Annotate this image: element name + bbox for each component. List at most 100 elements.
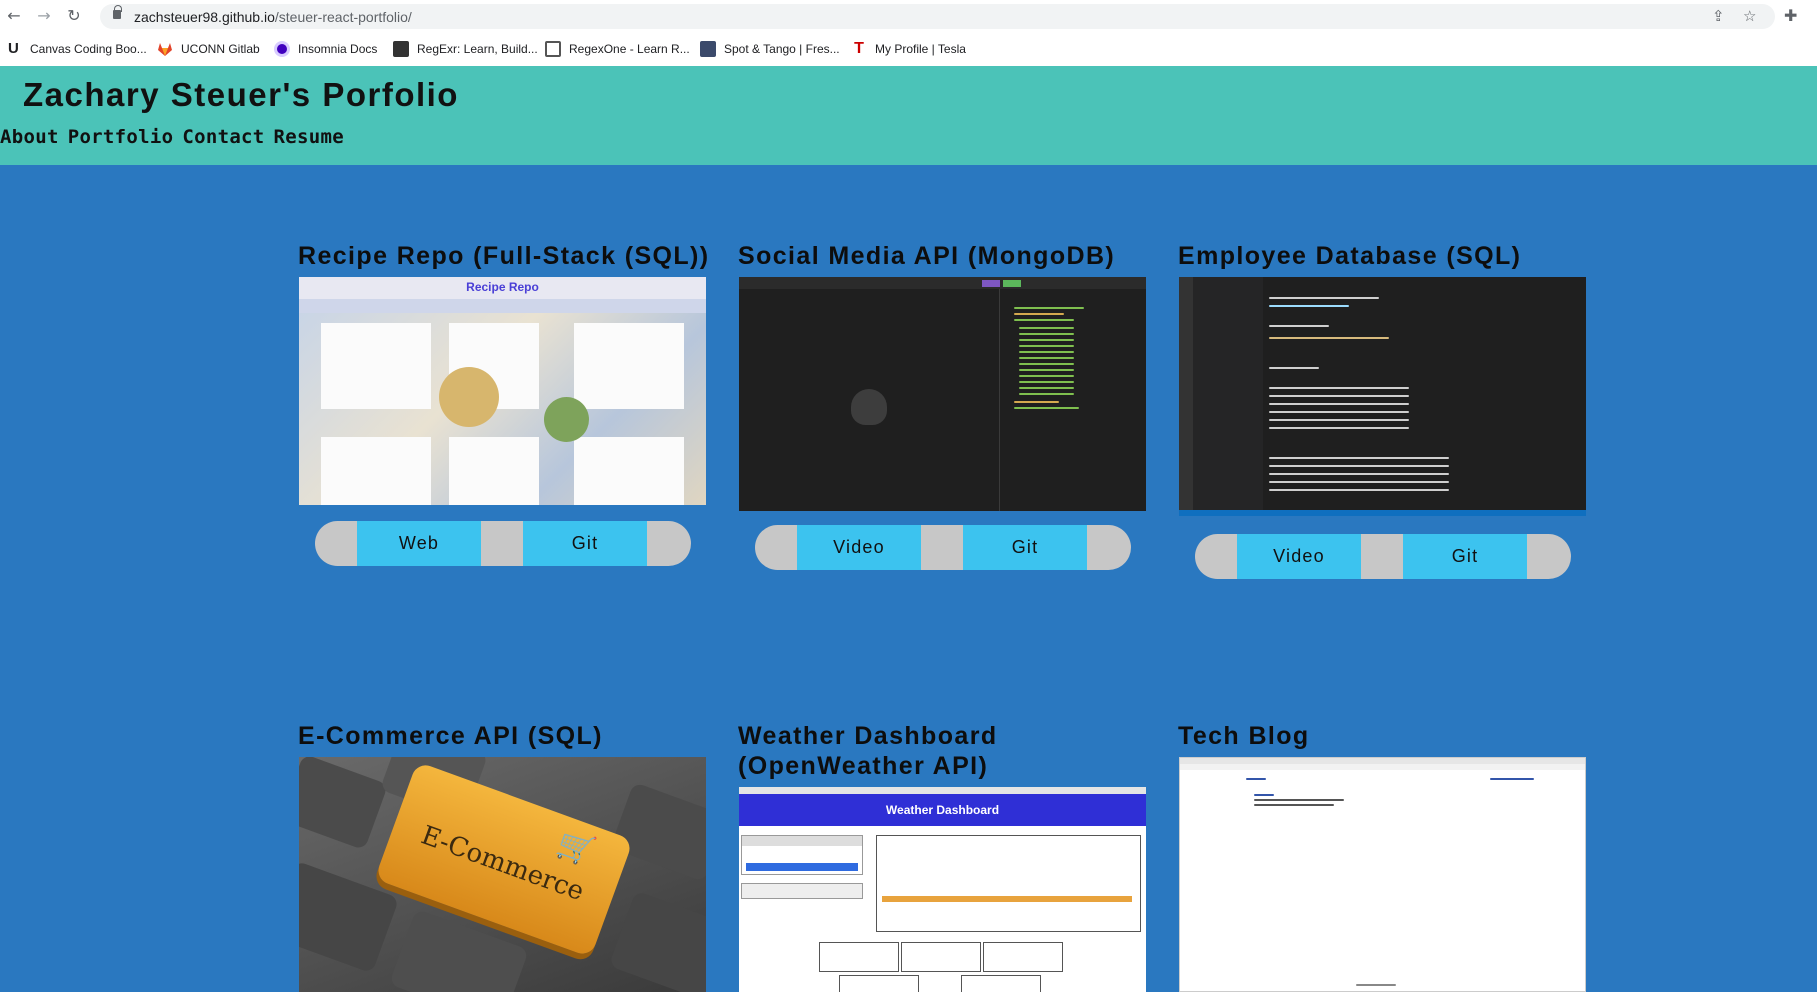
- code-line: [1014, 313, 1064, 315]
- code-line: [1019, 375, 1074, 377]
- project-screenshot[interactable]: [739, 277, 1146, 511]
- project-button-bar: Video Git: [1195, 534, 1571, 579]
- preview-post-title: [1254, 794, 1274, 796]
- preview-blog-nav: [1490, 778, 1534, 780]
- preview-keyboard-key: [299, 757, 389, 851]
- preview-forecast-card: [961, 975, 1041, 992]
- preview-panel-header: [742, 836, 862, 846]
- project-screenshot[interactable]: E-Commerce 🛒: [299, 757, 706, 992]
- project-screenshot[interactable]: Weather Dashboard: [739, 787, 1146, 992]
- preview-recipe-card: [574, 323, 684, 409]
- git-button[interactable]: Git: [1403, 534, 1527, 579]
- project-screenshot[interactable]: [1179, 757, 1586, 992]
- code-line: [1014, 319, 1074, 321]
- preview-keyboard-key: [608, 890, 706, 992]
- code-line: [1019, 357, 1074, 359]
- project-screenshot[interactable]: [1179, 277, 1586, 516]
- preview-divider: [999, 289, 1000, 511]
- preview-search-button: [746, 863, 858, 871]
- preview-toolbar: [739, 277, 1146, 289]
- nav-resume-link[interactable]: Resume: [274, 126, 344, 148]
- preview-title: Weather Dashboard: [885, 803, 1000, 817]
- nav-about-link[interactable]: About: [0, 126, 59, 148]
- code-line: [1014, 401, 1059, 403]
- browser-chrome: ← → ↻ zachsteuer98.github.io/steuer-reac…: [0, 0, 1817, 66]
- code-line: [1019, 363, 1074, 365]
- git-button[interactable]: Git: [523, 521, 647, 566]
- code-line: [1269, 367, 1319, 369]
- code-line: [1269, 387, 1409, 389]
- preview-history-list: [741, 883, 863, 899]
- web-button[interactable]: Web: [357, 521, 481, 566]
- preview-recipe-card: [449, 437, 539, 505]
- preview-food-bowl: [439, 367, 499, 427]
- code-line: [1269, 419, 1409, 421]
- preview-post-body: [1254, 799, 1344, 801]
- site-nav: About Portfolio Contact Resume: [0, 126, 344, 148]
- preview-bookmarks: [1180, 764, 1585, 770]
- project-button-bar: Video Git: [755, 525, 1131, 570]
- nav-portfolio-link[interactable]: Portfolio: [68, 126, 174, 148]
- gitlab-fox-icon: [157, 41, 173, 57]
- bookmark-label: UCONN Gitlab: [181, 42, 260, 56]
- canvas-u-icon: U: [8, 40, 19, 57]
- reload-icon[interactable]: ↻: [64, 6, 84, 26]
- preview-uv-bar: [882, 896, 1132, 902]
- preview-header: Weather Dashboard: [739, 794, 1146, 826]
- code-line: [1019, 333, 1074, 335]
- extensions-icon[interactable]: ✚: [1784, 6, 1797, 25]
- preview-activity-bar: [1179, 277, 1193, 516]
- lock-icon: [113, 5, 122, 19]
- preview-recipe-card: [321, 437, 431, 505]
- bookmark-label: RegExr: Learn, Build...: [417, 42, 538, 56]
- video-button[interactable]: Video: [797, 525, 921, 570]
- preview-explorer: [1193, 277, 1263, 516]
- site-header: Zachary Steuer's Porfolio About Portfoli…: [0, 66, 1817, 165]
- bookmark-star-icon[interactable]: ☆: [1743, 7, 1756, 25]
- url-text: zachsteuer98.github.io/steuer-react-port…: [134, 9, 412, 25]
- code-line: [1019, 327, 1074, 329]
- code-line: [1269, 395, 1409, 397]
- bookmark-regexr[interactable]: RegExr: Learn, Build...: [393, 39, 538, 59]
- share-icon[interactable]: ⇪: [1712, 7, 1725, 25]
- forward-arrow-icon[interactable]: →: [34, 6, 54, 26]
- bookmark-insomnia[interactable]: Insomnia Docs: [274, 39, 377, 59]
- code-line: [1019, 351, 1074, 353]
- bookmarks-bar: U Canvas Coding Boo... UCONN Gitlab Inso…: [0, 36, 1817, 62]
- project-screenshot[interactable]: Recipe Repo: [299, 277, 706, 505]
- video-button[interactable]: Video: [1237, 534, 1361, 579]
- preview-forecast-card: [839, 975, 919, 992]
- bookmark-regexone[interactable]: RegexOne - Learn R...: [545, 39, 690, 59]
- project-title: Tech Blog: [1178, 722, 1310, 750]
- code-line: [1269, 457, 1449, 459]
- back-arrow-icon[interactable]: ←: [4, 6, 24, 26]
- preview-forecast-card: [983, 942, 1063, 972]
- bookmark-spot-tango[interactable]: Spot & Tango | Fres...: [700, 39, 840, 59]
- project-title: Employee Database (SQL): [1178, 242, 1522, 270]
- insomnia-icon: [274, 41, 290, 57]
- project-title: Recipe Repo (Full-Stack (SQL)): [298, 242, 710, 270]
- preview-header: Recipe Repo: [299, 277, 706, 299]
- preview-blog-nav: [1246, 778, 1266, 780]
- preview-current-weather: [876, 835, 1141, 932]
- git-button[interactable]: Git: [963, 525, 1087, 570]
- bookmark-label: My Profile | Tesla: [875, 42, 966, 56]
- preview-status-badge: [1003, 280, 1021, 287]
- code-line: [1019, 345, 1074, 347]
- address-bar[interactable]: zachsteuer98.github.io/steuer-react-port…: [100, 4, 1775, 29]
- preview-browser-bar: [739, 787, 1146, 794]
- preview-title: Recipe Repo: [466, 280, 539, 294]
- nav-contact-link[interactable]: Contact: [182, 126, 264, 148]
- preview-status-bar: [1179, 510, 1586, 516]
- preview-post-body: [1254, 804, 1334, 806]
- bookmark-canvas[interactable]: U Canvas Coding Boo...: [8, 39, 147, 59]
- project-button-bar: Web Git: [315, 521, 691, 566]
- bookmark-gitlab[interactable]: UCONN Gitlab: [157, 39, 260, 59]
- code-line: [1269, 305, 1349, 307]
- site-title: Zachary Steuer's Porfolio: [23, 76, 459, 113]
- bookmark-label: Spot & Tango | Fres...: [724, 42, 840, 56]
- preview-send-button: [982, 280, 1000, 287]
- preview-recipe-card: [574, 437, 684, 505]
- code-line: [1269, 403, 1409, 405]
- bookmark-tesla[interactable]: T My Profile | Tesla: [851, 39, 966, 59]
